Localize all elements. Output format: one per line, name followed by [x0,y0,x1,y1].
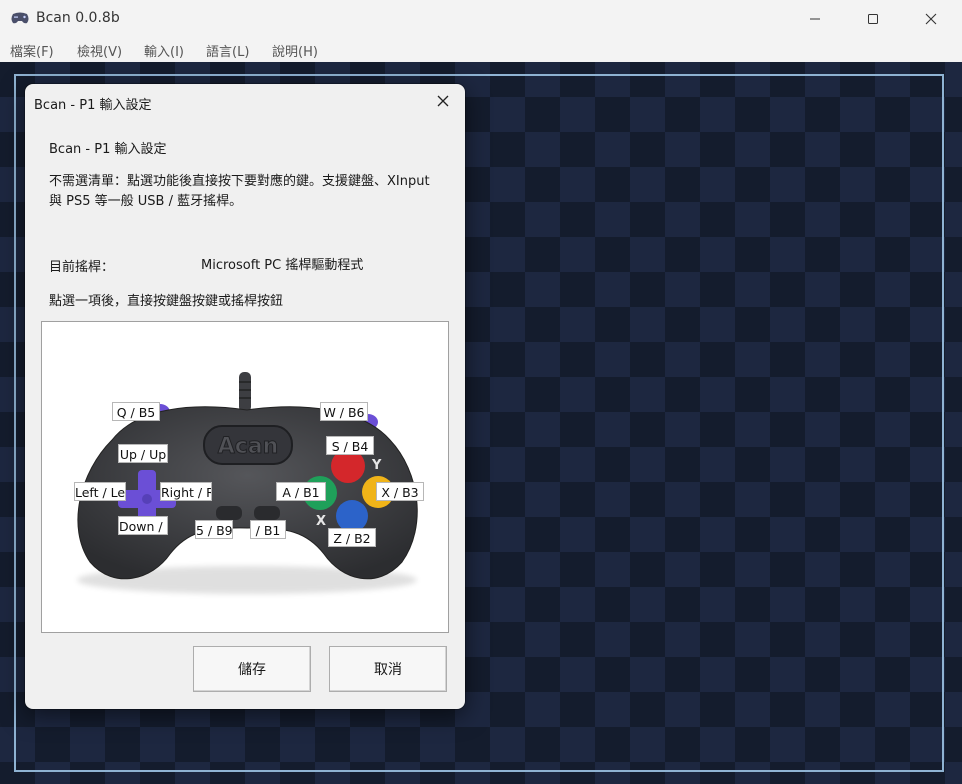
current-joystick-value: Microsoft PC 搖桿驅動程式 [201,258,364,273]
start-button [254,506,280,520]
mapping-up[interactable]: Up / Up [118,444,168,463]
menu-file[interactable]: 檔案(F) [10,41,54,60]
dialog-title: Bcan - P1 輸入設定 [34,98,152,113]
cancel-button[interactable]: 取消 [329,646,447,692]
close-icon [925,13,937,25]
mapping-x[interactable]: X / B3 [376,482,424,501]
mapping-start[interactable]: / B1 [250,520,286,539]
mapping-select[interactable]: 5 / B9 [195,520,233,539]
title-bar: Bcan 0.0.8b [0,0,962,38]
menu-bar: 檔案(F) 檢視(V) 輸入(I) 語言(L) 說明(H) [0,38,962,62]
close-window-button[interactable] [902,0,960,38]
mapping-a[interactable]: A / B1 [276,482,326,501]
save-button[interactable]: 儲存 [193,646,311,692]
minimize-icon [810,18,820,20]
menu-language[interactable]: 語言(L) [206,41,249,60]
minimize-button[interactable] [786,0,844,38]
instruction-text: 點選一項後，直接按鍵盤按鍵或搖桿按鈕 [49,294,284,309]
select-button [216,506,242,520]
controller-cable [239,372,251,412]
mapping-right[interactable]: Right / Right [160,482,212,501]
mapping-left[interactable]: Left / Left [74,482,126,501]
menu-help[interactable]: 說明(H) [272,41,318,60]
current-joystick-label: 目前搖桿： [49,260,115,275]
mapping-z[interactable]: Z / B2 [328,528,376,547]
svg-text:Acan: Acan [218,434,279,459]
controller-panel: Acan Y X Q / B5 W / B6 Up / Up Left / Le… [41,321,449,633]
gamepad-icon [11,12,29,24]
maximize-button[interactable] [844,0,902,38]
menu-input[interactable]: 輸入(I) [144,41,184,60]
maximize-icon [868,14,878,24]
input-settings-dialog: Bcan - P1 輸入設定 Bcan - P1 輸入設定 不需選清單：點選功能… [25,84,465,709]
mapping-s[interactable]: S / B4 [326,436,374,455]
dialog-description: 不需選清單：點選功能後直接按下要對應的鍵。支援鍵盤、XInput 與 PS5 等… [49,174,430,209]
close-icon [437,95,449,107]
mapping-r-shoulder[interactable]: W / B6 [320,402,368,421]
face-letter-y: Y [371,458,382,473]
mapping-down[interactable]: Down / Down [118,516,168,535]
dialog-close-button[interactable] [430,90,456,112]
controller-logo: Acan [203,425,293,465]
dialog-heading: Bcan - P1 輸入設定 [49,142,167,157]
face-letter-x: X [316,514,326,529]
mapping-l-shoulder[interactable]: Q / B5 [112,402,160,421]
controller-image: Acan Y X [77,372,418,594]
menu-view[interactable]: 檢視(V) [77,41,122,60]
window-title: Bcan 0.0.8b [36,10,120,26]
